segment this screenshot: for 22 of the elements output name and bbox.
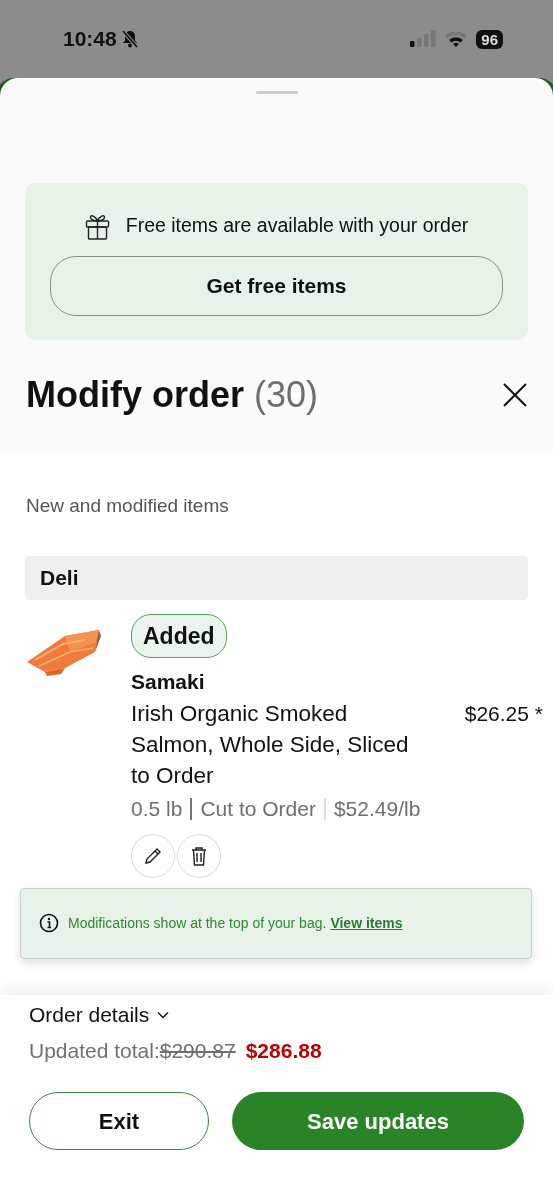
view-items-link[interactable]: View items: [330, 914, 403, 931]
exit-button[interactable]: Exit: [29, 1092, 209, 1150]
battery-level: 96: [476, 29, 503, 49]
product-detail: Cut to Order: [200, 795, 316, 822]
get-free-items-button[interactable]: Get free items: [50, 256, 503, 316]
old-total: $290.87: [159, 1037, 236, 1064]
promo-message: Free items are available with your order: [125, 213, 469, 238]
section-label: New and modified items: [25, 493, 230, 518]
product-detail: $52.49/lb: [333, 795, 421, 822]
save-updates-button[interactable]: Save updates: [232, 1092, 524, 1150]
clock-time: 10:48: [63, 26, 117, 53]
toast-message: Modifications show at the top of your bag. View items: [68, 913, 403, 933]
product-name: Irish Organic Smoked Salmon, Whole Side, Sliced to Order: [131, 699, 410, 790]
new-total: $286.88: [245, 1037, 322, 1064]
category-header: Deli: [25, 556, 528, 600]
total-label: Updated total:: [29, 1037, 160, 1064]
sheet-title: Modify order (30): [26, 372, 319, 417]
product-price: $26.25 *: [464, 700, 543, 727]
product-brand: Samaki: [131, 669, 206, 696]
status-badge: Added: [131, 613, 227, 659]
product-detail: 0.5 lb: [131, 795, 183, 822]
order-details-toggle[interactable]: Order details: [29, 999, 170, 1031]
